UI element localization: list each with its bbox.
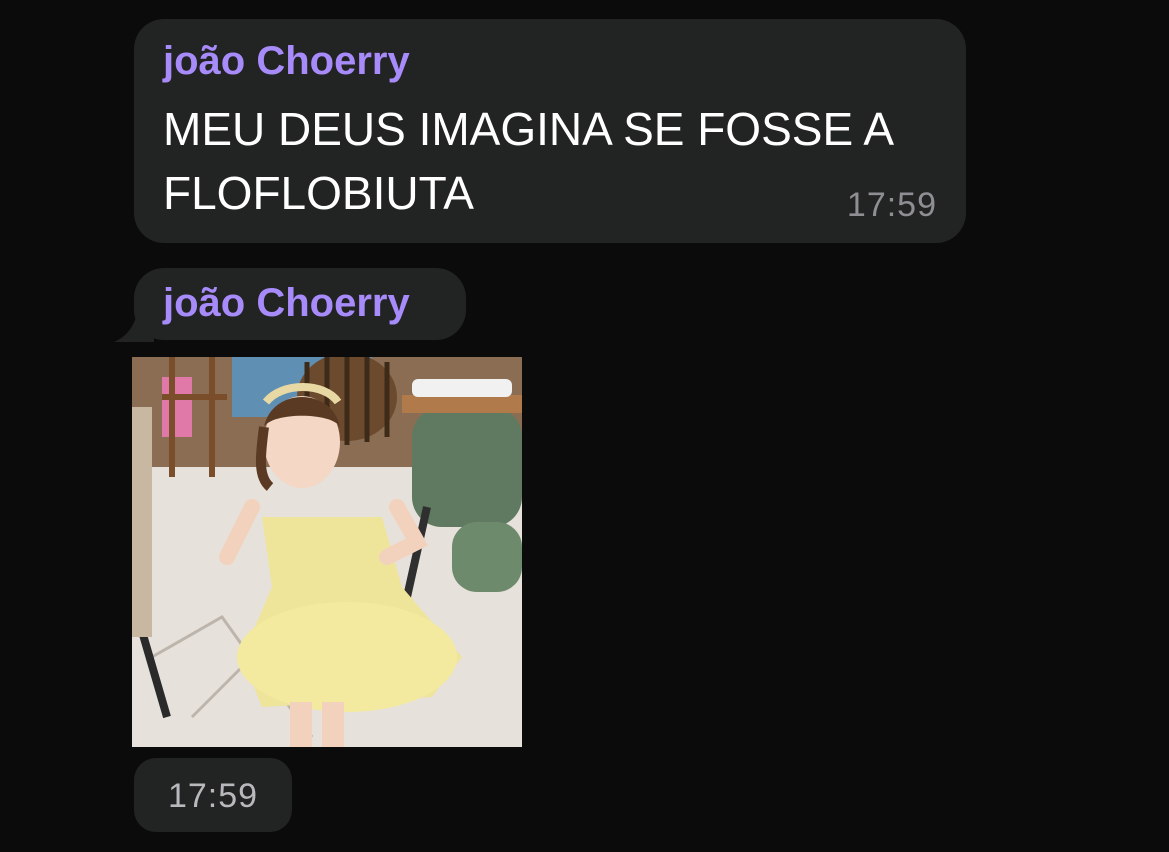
media-sender-bubble[interactable]: joão Choerry [134, 268, 466, 340]
message-bubble[interactable]: joão Choerry MEU DEUS IMAGINA SE FOSSE A… [134, 19, 966, 243]
message-text: MEU DEUS IMAGINA SE FOSSE A FLOFLOBIUTA [163, 103, 892, 219]
message-timestamp: 17:59 [167, 777, 259, 815]
sender-name[interactable]: joão Choerry [163, 39, 410, 84]
sender-name[interactable]: joão Choerry [163, 281, 410, 326]
video-thumbnail[interactable] [132, 357, 522, 747]
media-timestamp-bubble: 17:59 [134, 758, 292, 832]
media-image [132, 357, 522, 747]
message-timestamp: 17:59 [846, 186, 937, 224]
chat-view: joão Choerry MEU DEUS IMAGINA SE FOSSE A… [0, 0, 1169, 852]
